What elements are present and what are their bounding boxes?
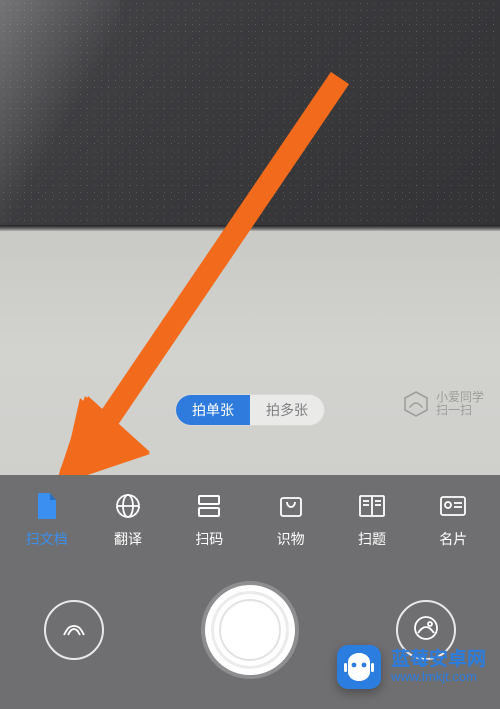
globe-icon bbox=[113, 491, 143, 521]
mode-tab-card[interactable]: 名片 bbox=[418, 491, 488, 549]
mode-label-qrcode: 扫码 bbox=[195, 529, 223, 549]
camera-viewfinder: 拍单张 拍多张 小爱同学 扫一扫 bbox=[0, 0, 500, 475]
ai-effect-button[interactable] bbox=[44, 600, 104, 660]
shot-multi-label: 拍多张 bbox=[266, 400, 308, 420]
book-icon bbox=[357, 491, 387, 521]
shot-multi-button[interactable]: 拍多张 bbox=[250, 395, 324, 425]
mode-label-translate: 翻译 bbox=[114, 529, 142, 549]
xiaoai-scan-button[interactable]: 小爱同学 扫一扫 bbox=[402, 390, 484, 418]
viewfinder-edge bbox=[0, 225, 500, 231]
mode-tab-detect[interactable]: 识物 bbox=[256, 491, 326, 549]
scan-icon bbox=[194, 491, 224, 521]
shutter-button[interactable] bbox=[205, 585, 295, 675]
mode-tab-document[interactable]: 扫文档 bbox=[12, 491, 82, 549]
id-card-icon bbox=[438, 491, 468, 521]
mode-label-homework: 扫题 bbox=[358, 529, 386, 549]
shot-single-label: 拍单张 bbox=[192, 400, 234, 420]
shot-mode-toggle[interactable]: 拍单张 拍多张 bbox=[175, 394, 325, 426]
viewfinder-light-surface bbox=[0, 228, 500, 475]
mode-label-document: 扫文档 bbox=[26, 529, 68, 549]
watermark-url: www.lmkjt.com bbox=[391, 670, 486, 685]
document-icon bbox=[32, 491, 62, 521]
mode-tab-homework[interactable]: 扫题 bbox=[337, 491, 407, 549]
bag-icon bbox=[276, 491, 306, 521]
xiaoai-line2: 扫一扫 bbox=[436, 404, 484, 417]
watermark-name: 蓝莓安卓网 bbox=[391, 649, 486, 671]
site-watermark: 蓝莓安卓网 www.lmkjt.com bbox=[325, 637, 500, 697]
mode-tab-qrcode[interactable]: 扫码 bbox=[174, 491, 244, 549]
viewfinder-dark-surface bbox=[0, 0, 500, 228]
xiaoai-icon bbox=[402, 390, 430, 418]
ai-effect-icon bbox=[59, 613, 89, 648]
mode-label-detect: 识物 bbox=[277, 529, 305, 549]
mode-label-card: 名片 bbox=[439, 529, 467, 549]
mode-tabs: 扫文档 翻译 扫码 bbox=[0, 479, 500, 559]
watermark-logo-icon bbox=[337, 645, 381, 689]
mode-tab-translate[interactable]: 翻译 bbox=[93, 491, 163, 549]
shot-single-button[interactable]: 拍单张 bbox=[176, 395, 250, 425]
